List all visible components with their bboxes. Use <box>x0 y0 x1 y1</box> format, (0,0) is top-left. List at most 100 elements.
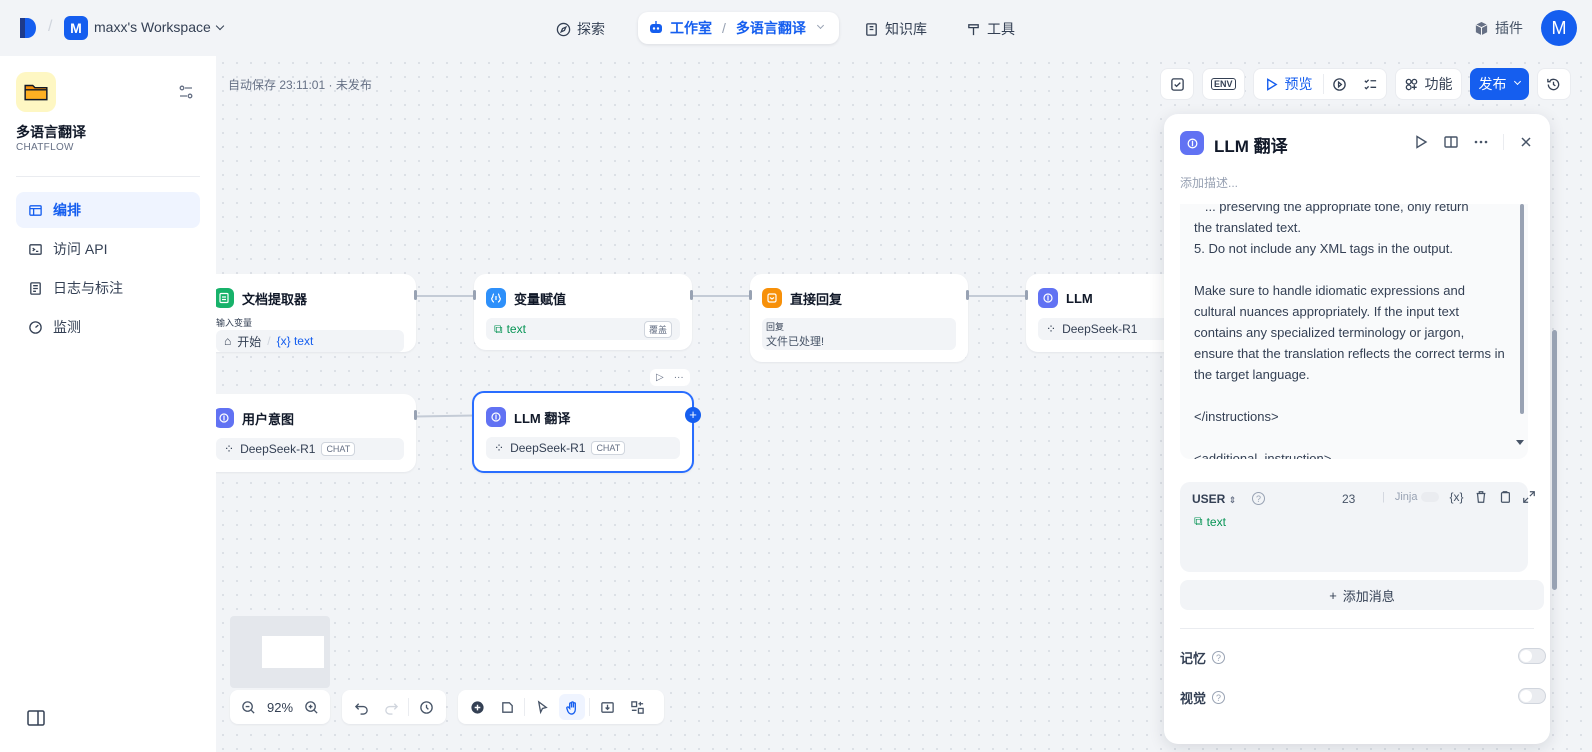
gauge-icon <box>29 320 42 334</box>
run-history-button[interactable] <box>1324 77 1355 92</box>
node-input-handle[interactable] <box>1025 290 1028 300</box>
preview-button[interactable]: 预览 <box>1254 74 1323 94</box>
history-button[interactable] <box>1536 68 1571 100</box>
system-prompt-text[interactable]: ... preserving the appropriate tone, onl… <box>1194 204 1506 459</box>
add-note-icon[interactable] <box>494 694 520 720</box>
workspace-badge[interactable]: M <box>64 16 88 40</box>
zoom-out-icon[interactable] <box>236 694 260 720</box>
node-variable-assigner[interactable]: 变量赋值 ⧉ text 覆盖 <box>473 274 693 350</box>
insert-variable-icon[interactable]: {x} <box>1449 490 1463 504</box>
export-image-icon[interactable] <box>594 694 620 720</box>
user-message-editor[interactable]: USER ⇕ ? 23 | Jinja {x} ⧉ text <box>1180 482 1535 572</box>
reply-content-box: 回复 文件已处理! <box>762 318 956 350</box>
node-direct-reply[interactable]: 直接回复 回复 文件已处理! <box>749 274 969 362</box>
sidebar-item-monitor[interactable]: 监测 <box>16 309 200 345</box>
nav-studio[interactable]: 工作室 / 多语言翻译 <box>638 12 839 44</box>
edge <box>416 295 474 297</box>
current-app-switcher[interactable]: 多语言翻译 <box>736 18 806 38</box>
node-llm-translate[interactable]: LLM 翻译 ⁘ DeepSeek-R1 CHAT + <box>472 391 701 473</box>
plugins-button[interactable]: 插件 <box>1474 18 1523 38</box>
scroll-down-icon[interactable] <box>1516 440 1524 445</box>
close-icon[interactable] <box>1518 134 1534 150</box>
help-icon[interactable]: ? <box>1212 651 1226 664</box>
workspace-switcher[interactable]: maxx's Workspace <box>94 19 225 35</box>
checklist-panel-button[interactable] <box>1355 77 1386 92</box>
preview-group: 预览 <box>1252 68 1387 100</box>
add-node-icon[interactable] <box>464 694 490 720</box>
copy-icon[interactable] <box>1498 490 1512 504</box>
node-output-handle[interactable] <box>414 410 417 420</box>
role-selector[interactable]: USER ⇕ <box>1192 492 1236 506</box>
node-user-intent[interactable]: 用户意图 ⁘ DeepSeek-R1 CHAT <box>216 394 417 472</box>
split-view-icon[interactable] <box>1443 134 1459 150</box>
sidebar-item-api[interactable]: 访问 API <box>16 231 200 267</box>
jinja-toggle[interactable] <box>1421 492 1440 502</box>
env-button[interactable]: ENV <box>1202 68 1245 100</box>
organize-icon[interactable] <box>624 694 650 720</box>
variable-tag[interactable]: ⧉ text <box>1194 514 1226 529</box>
node-output-handle[interactable] <box>414 290 417 300</box>
book-icon <box>866 22 877 36</box>
folder-icon <box>24 84 48 101</box>
version-history-icon[interactable] <box>413 694 439 720</box>
panel-title[interactable]: LLM 翻译 <box>1214 132 1288 157</box>
sidebar-item-orchestrate[interactable]: 编排 <box>16 192 200 228</box>
node-quick-actions: ▷ ··· <box>650 369 690 386</box>
help-icon[interactable]: ? <box>1212 691 1226 704</box>
user-avatar[interactable]: M <box>1541 10 1577 46</box>
app-sidebar: 多语言翻译 CHATFLOW 编排 访问 API 日志与标注 监测 <box>0 56 216 752</box>
panel-scrollbar[interactable] <box>1552 330 1557 590</box>
model-icon: ⁘ <box>1046 322 1057 336</box>
zoom-in-icon[interactable] <box>300 694 324 720</box>
nav-explore[interactable]: 探索 <box>556 14 605 44</box>
edge <box>415 414 475 418</box>
doc-extract-icon <box>216 288 234 308</box>
node-llm[interactable]: LLM ⁘ DeepSeek-R1 <box>1025 274 1188 352</box>
node-doc-extractor[interactable]: 文档提取器 输入变量 ⌂ 开始 / {x} text <box>216 274 417 352</box>
minimap[interactable] <box>230 616 330 688</box>
help-icon[interactable]: ? <box>1252 492 1265 505</box>
zoom-level[interactable]: 92% <box>264 700 296 715</box>
node-output-handle[interactable] <box>966 290 969 300</box>
hand-icon[interactable] <box>559 694 585 720</box>
description-input[interactable]: 添加描述... <box>1180 174 1238 191</box>
run-step-icon[interactable] <box>1413 134 1429 150</box>
robot-icon <box>650 21 662 33</box>
more-icon[interactable]: ··· <box>674 372 684 383</box>
add-message-button[interactable]: + 添加消息 <box>1180 580 1544 610</box>
node-sub-label: 输入变量 <box>216 318 253 328</box>
nav-knowledge[interactable]: 知识库 <box>864 14 927 44</box>
chevron-down-icon <box>1513 77 1521 85</box>
node-input-handle[interactable] <box>473 290 476 300</box>
prompt-scrollbar[interactable] <box>1520 204 1524 414</box>
more-icon[interactable] <box>1473 134 1489 150</box>
dify-logo-icon[interactable] <box>18 16 38 40</box>
settings-sliders-icon[interactable] <box>178 84 194 100</box>
publish-button[interactable]: 发布 <box>1469 68 1529 100</box>
undo-icon[interactable] <box>348 694 374 720</box>
token-count: 23 <box>1342 492 1356 506</box>
redo-icon[interactable] <box>378 694 404 720</box>
nav-tools[interactable]: 工具 <box>966 14 1015 44</box>
node-input-handle[interactable] <box>749 290 752 300</box>
model-icon: ⁘ <box>224 442 235 456</box>
pointer-icon[interactable] <box>529 694 555 720</box>
checklist-button[interactable] <box>1160 68 1194 100</box>
sidebar-item-logs[interactable]: 日志与标注 <box>16 270 200 306</box>
minimap-viewport <box>262 636 324 668</box>
llm-icon <box>216 408 234 428</box>
features-button[interactable]: 功能 <box>1394 68 1462 100</box>
llm-icon <box>1180 131 1204 155</box>
memory-toggle[interactable] <box>1518 648 1546 664</box>
expand-icon[interactable] <box>1522 490 1536 504</box>
add-next-node-icon[interactable]: + <box>685 407 701 423</box>
trash-icon[interactable] <box>1474 490 1488 504</box>
model-icon: ⁘ <box>494 441 505 455</box>
node-output-handle[interactable] <box>690 290 693 300</box>
sidebar-collapse-icon[interactable] <box>27 710 45 726</box>
panel-divider <box>1180 628 1534 629</box>
system-prompt-editor[interactable]: ... preserving the appropriate tone, onl… <box>1180 204 1528 459</box>
run-node-icon[interactable]: ▷ <box>656 372 664 383</box>
list-check-icon <box>1363 78 1376 90</box>
vision-toggle[interactable] <box>1518 688 1546 704</box>
